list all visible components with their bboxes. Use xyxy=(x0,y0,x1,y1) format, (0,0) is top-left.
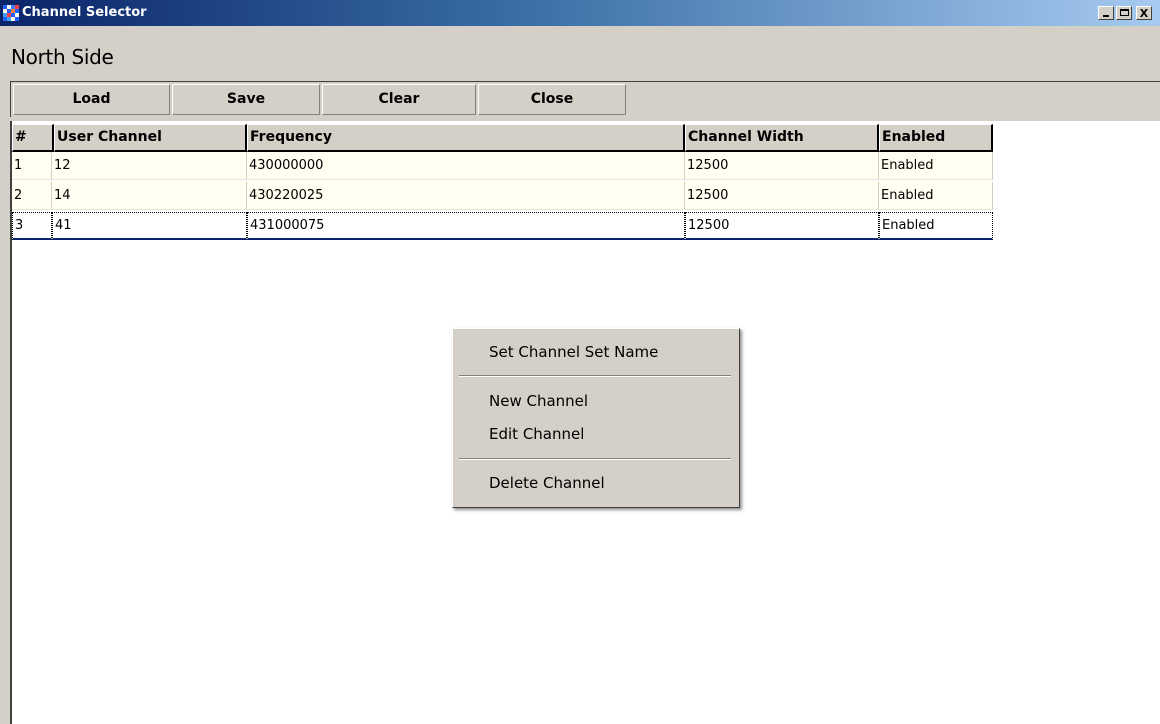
cell-enabled[interactable]: Enabled xyxy=(879,182,993,210)
cell-frequency[interactable]: 430220025 xyxy=(247,182,685,210)
cell-frequency[interactable]: 431000075 xyxy=(247,212,685,240)
maximize-icon xyxy=(1120,9,1129,16)
close-icon: X xyxy=(1139,7,1149,20)
menu-separator xyxy=(459,375,731,377)
column-header-frequency[interactable]: Frequency xyxy=(247,124,685,152)
maximize-button[interactable] xyxy=(1116,6,1132,20)
window-title: Channel Selector xyxy=(22,5,147,20)
cell-enabled[interactable]: Enabled xyxy=(879,212,993,240)
menu-item-new-channel[interactable]: New Channel xyxy=(455,388,735,414)
cell-enabled[interactable]: Enabled xyxy=(879,152,993,180)
column-header-user-channel[interactable]: User Channel xyxy=(54,124,247,152)
column-header-channel-width[interactable]: Channel Width xyxy=(685,124,879,152)
cell-number: 1 xyxy=(12,152,52,180)
clear-button[interactable]: Clear xyxy=(322,84,476,115)
menu-separator xyxy=(459,458,731,460)
toolbar: Load Save Clear Close xyxy=(10,81,1160,117)
column-header-enabled[interactable]: Enabled xyxy=(879,124,993,152)
channel-selector-window: Channel Selector X North Side Load Save … xyxy=(0,0,1160,724)
channel-set-name: North Side xyxy=(11,45,114,69)
cell-channel-width[interactable]: 12500 xyxy=(685,212,879,240)
title-bar[interactable]: Channel Selector X xyxy=(0,0,1160,26)
load-button[interactable]: Load xyxy=(13,84,170,115)
cell-user-channel[interactable]: 41 xyxy=(52,212,247,240)
menu-item-delete-channel[interactable]: Delete Channel xyxy=(455,470,735,496)
minimize-icon xyxy=(1103,15,1109,17)
save-button[interactable]: Save xyxy=(172,84,320,115)
menu-item-edit-channel[interactable]: Edit Channel xyxy=(455,421,735,447)
cell-number: 3 xyxy=(12,212,52,240)
close-window-button[interactable]: X xyxy=(1136,6,1152,20)
close-button[interactable]: Close xyxy=(478,84,626,115)
app-icon xyxy=(3,5,19,21)
cell-channel-width[interactable]: 12500 xyxy=(685,182,879,210)
cell-channel-width[interactable]: 12500 xyxy=(685,152,879,180)
context-menu: Set Channel Set Name New Channel Edit Ch… xyxy=(452,328,740,508)
cell-number: 2 xyxy=(12,182,52,210)
minimize-button[interactable] xyxy=(1098,6,1114,20)
cell-frequency[interactable]: 430000000 xyxy=(247,152,685,180)
menu-item-set-channel-set-name[interactable]: Set Channel Set Name xyxy=(455,339,735,365)
cell-user-channel[interactable]: 12 xyxy=(52,152,247,180)
column-header-number[interactable]: # xyxy=(12,124,54,152)
cell-user-channel[interactable]: 14 xyxy=(52,182,247,210)
